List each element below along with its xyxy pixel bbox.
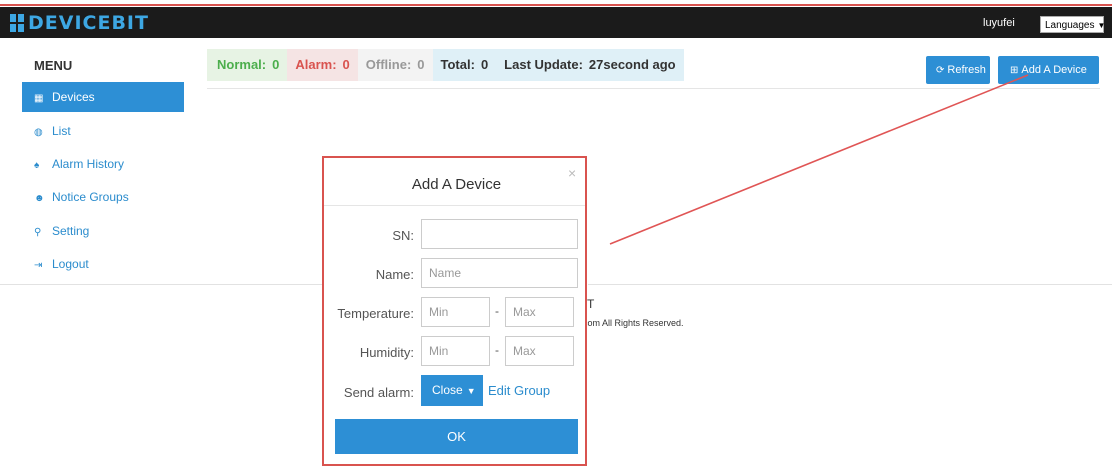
temperature-min-input[interactable]: Min bbox=[421, 297, 490, 327]
humidity-label: Humidity: bbox=[359, 345, 414, 360]
humidity-max-input[interactable]: Max bbox=[505, 336, 574, 366]
sn-input[interactable] bbox=[421, 219, 578, 249]
temperature-label: Temperature: bbox=[337, 306, 414, 321]
range-separator: - bbox=[495, 304, 499, 318]
name-input[interactable]: Name bbox=[421, 258, 578, 288]
range-separator: - bbox=[495, 343, 499, 357]
sn-label: SN: bbox=[392, 228, 414, 243]
edit-group-link[interactable]: Edit Group bbox=[488, 383, 550, 398]
send-alarm-label: Send alarm: bbox=[343, 385, 414, 400]
send-alarm-select[interactable]: Close ▼ bbox=[421, 375, 483, 406]
add-device-modal: × Add A Device SN: Name: Name Temperatur… bbox=[322, 156, 587, 466]
humidity-min-input[interactable]: Min bbox=[421, 336, 490, 366]
temperature-max-input[interactable]: Max bbox=[505, 297, 574, 327]
modal-title: Add A Device bbox=[411, 176, 502, 193]
caret-down-icon: ▼ bbox=[466, 386, 476, 396]
ok-button[interactable]: OK bbox=[335, 419, 578, 454]
name-label: Name: bbox=[375, 267, 414, 282]
modal-header-divider bbox=[324, 205, 585, 206]
